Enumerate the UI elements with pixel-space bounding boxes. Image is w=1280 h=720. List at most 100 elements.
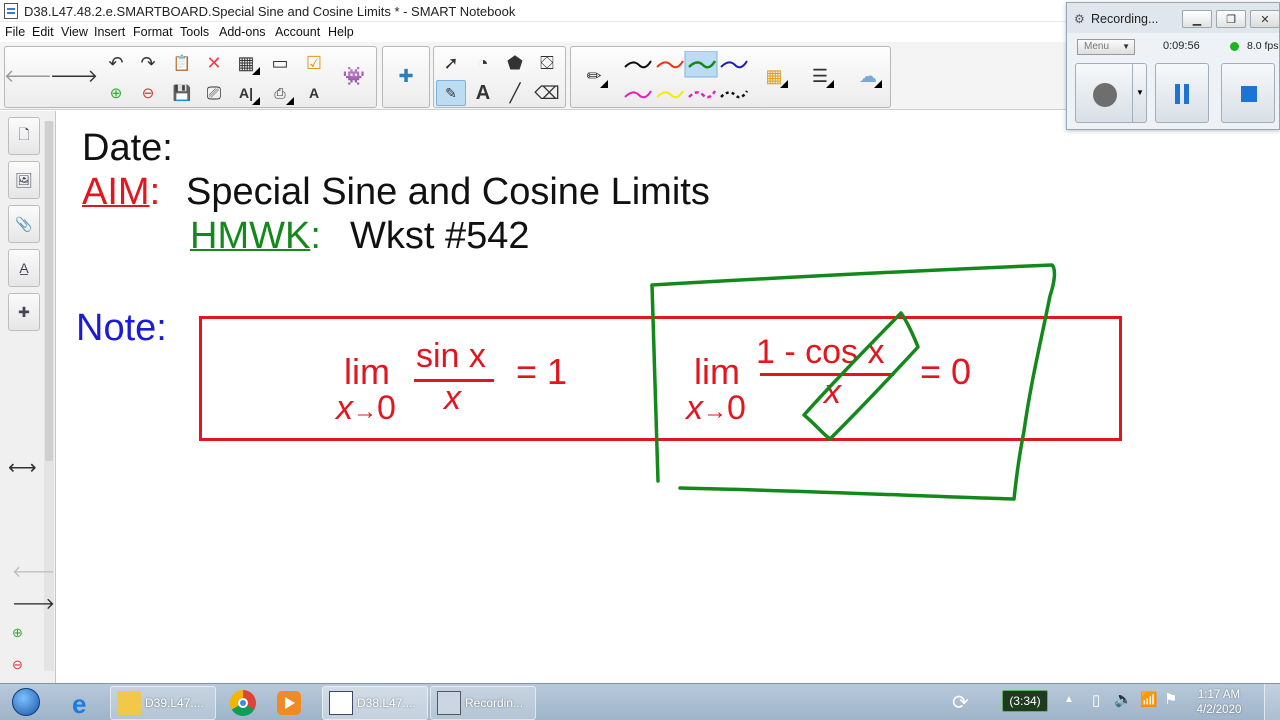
- battery-tray-icon[interactable]: ▯: [1092, 691, 1100, 709]
- puzzle-icon: ✚: [18, 303, 30, 320]
- menu-help[interactable]: Help: [328, 25, 354, 39]
- taskbar-clock[interactable]: 1:17 AM 4/2/2020: [1184, 688, 1254, 718]
- addons-tab[interactable]: ✚: [8, 293, 40, 331]
- show-desktop-button[interactable]: [1264, 684, 1280, 720]
- lines-tool-button[interactable]: ╱: [500, 80, 530, 106]
- start-button[interactable]: [6, 685, 46, 719]
- paste-button[interactable]: 📋: [167, 50, 197, 76]
- arrow-right-small-icon: 🡒: [12, 596, 55, 613]
- add-page-button[interactable]: ⊕: [101, 80, 131, 106]
- menu-add-ons[interactable]: Add-ons: [219, 25, 266, 39]
- menu-tools[interactable]: Tools: [180, 25, 209, 39]
- side-scrollbar-thumb[interactable]: [45, 121, 53, 461]
- internet-explorer-icon: e: [72, 689, 87, 719]
- eraser-tool-button[interactable]: ⌫: [532, 80, 562, 106]
- record-button[interactable]: ▼: [1075, 63, 1147, 123]
- puzzle-piece-icon: ✚: [398, 65, 414, 86]
- record-options-caret-icon[interactable]: ▼: [1136, 88, 1144, 97]
- pause-bar-right-icon: [1184, 84, 1189, 104]
- action-center-flag-icon[interactable]: ⚑: [1164, 690, 1177, 708]
- recorder-menu-dropdown[interactable]: Menu ▼: [1077, 39, 1135, 55]
- toolbar-group-main: 🡐 🡒 ↶ ↷ 📋 ✕ ▦ ▭ ☑ ⊕ ⊖ 💾 ⎚ A| ⎙ A 👾: [4, 46, 377, 108]
- network-signal-tray-icon[interactable]: 📶: [1140, 691, 1157, 708]
- stop-button[interactable]: [1221, 63, 1275, 123]
- page-sorter-icon: 🗋: [18, 126, 30, 142]
- handwriting-recognition-button[interactable]: A|: [231, 80, 261, 106]
- recorder-restore-button[interactable]: ❐: [1216, 10, 1246, 28]
- taskbar-item-smart-notebook[interactable]: D38.L47....: [322, 686, 428, 720]
- side-scrollbar[interactable]: [44, 121, 54, 671]
- volume-tray-icon[interactable]: 🔈: [1114, 690, 1133, 708]
- display-icon: ⎚: [206, 82, 222, 103]
- previous-page-button[interactable]: 🡐: [4, 63, 52, 89]
- gallery-tab[interactable]: 🖼: [8, 161, 40, 199]
- page-sorter-tab[interactable]: 🗋: [8, 117, 40, 155]
- delete-x-icon: ✕: [206, 52, 222, 73]
- menu-account[interactable]: Account: [275, 25, 320, 39]
- chrome-taskbar-button[interactable]: [222, 686, 262, 720]
- fill-tool-button[interactable]: ⛋: [532, 50, 562, 76]
- regular-polygon-button[interactable]: ⬟: [500, 50, 530, 76]
- properties-tab[interactable]: A̲: [8, 249, 40, 287]
- screen-capture-icon: ⎙: [274, 84, 286, 101]
- delete-page-button[interactable]: ⊖: [133, 80, 163, 106]
- taskbar-item-folder[interactable]: D39.L47....: [110, 686, 216, 720]
- recorder-minimize-button[interactable]: ▁: [1182, 10, 1212, 28]
- sidebar-delete-page[interactable]: ⊖: [12, 657, 23, 673]
- insert-table-button[interactable]: ▦: [231, 50, 261, 76]
- battery-timer-badge[interactable]: (3:34): [1002, 690, 1048, 712]
- shapes-tool-button[interactable]: ◔: [468, 50, 498, 76]
- redo-button[interactable]: ↷: [133, 50, 163, 76]
- add-page-small-icon: ⊕: [12, 625, 23, 640]
- save-button[interactable]: 💾: [167, 80, 197, 106]
- text-tool-button[interactable]: A: [468, 80, 498, 106]
- sidebar-next-page[interactable]: 🡒: [12, 593, 55, 614]
- sidebar-add-page[interactable]: ⊕: [12, 625, 23, 641]
- delete-button[interactable]: ✕: [199, 50, 229, 76]
- recording-status-dot: [1230, 42, 1239, 51]
- pen-type-button[interactable]: ✏: [579, 63, 609, 89]
- media-player-taskbar-button[interactable]: [268, 686, 308, 720]
- undo-button[interactable]: ↶: [101, 50, 131, 76]
- chevron-up-icon: ▲: [1064, 694, 1074, 705]
- extensions-button[interactable]: ✚: [391, 63, 421, 89]
- line-icon: ╱: [509, 82, 521, 103]
- menu-edit[interactable]: Edit: [32, 25, 54, 39]
- addon-button[interactable]: 👾: [339, 63, 369, 89]
- notebook-page[interactable]: Date: AIM: Special Sine and Cosine Limit…: [56, 111, 1280, 683]
- fill-effects-button[interactable]: ☁: [853, 63, 883, 89]
- arrow-right-icon: 🡒: [49, 65, 99, 86]
- attachments-tab[interactable]: 📎: [8, 205, 40, 243]
- sync-tray-button[interactable]: ⟳: [952, 690, 969, 715]
- polygon-icon: ⬟: [507, 52, 523, 73]
- taskbar-item-recorder[interactable]: Recordin...: [430, 686, 536, 720]
- clock-time: 1:17 AM: [1197, 689, 1241, 701]
- menu-format[interactable]: Format: [133, 25, 173, 39]
- line-style-button[interactable]: ☰: [805, 63, 835, 89]
- sync-icon: ⟳: [952, 692, 969, 714]
- show-hidden-icons-button[interactable]: ▲: [1064, 694, 1074, 705]
- stop-square-icon: [1241, 86, 1257, 102]
- screen-shade-button[interactable]: ▭: [265, 50, 295, 76]
- sidebar-prev-page[interactable]: 🡐: [12, 561, 55, 582]
- pause-button[interactable]: [1155, 63, 1209, 123]
- properties-color-button[interactable]: ▦: [759, 63, 789, 89]
- menu-file[interactable]: File: [5, 25, 25, 39]
- display-screen-button[interactable]: ⎚: [199, 80, 229, 106]
- select-tool-button[interactable]: ➚: [436, 50, 466, 76]
- screen-shade-icon: ▭: [271, 52, 289, 73]
- next-page-button[interactable]: 🡒: [50, 63, 98, 89]
- shapes-icon: ◔: [477, 52, 489, 73]
- internet-explorer-taskbar-button[interactable]: e: [64, 686, 104, 720]
- taskbar: e D39.L47.... D38.L47.... Recordin... ⟳ …: [0, 683, 1280, 720]
- menu-view[interactable]: View: [61, 25, 88, 39]
- menu-insert[interactable]: Insert: [94, 25, 125, 39]
- text-tool-a-icon: A: [308, 85, 320, 101]
- move-sidebar-toggle[interactable]: ⟷: [8, 455, 37, 480]
- activity-builder-button[interactable]: ☑: [299, 50, 329, 76]
- screen-capture-button[interactable]: ⎙: [265, 80, 295, 106]
- recorder-close-button[interactable]: ✕: [1250, 10, 1280, 28]
- pen-tool-button-active[interactable]: ✎: [436, 80, 466, 106]
- smart-document-camera-button[interactable]: A: [299, 80, 329, 106]
- delete-page-small-icon: ⊖: [12, 657, 23, 672]
